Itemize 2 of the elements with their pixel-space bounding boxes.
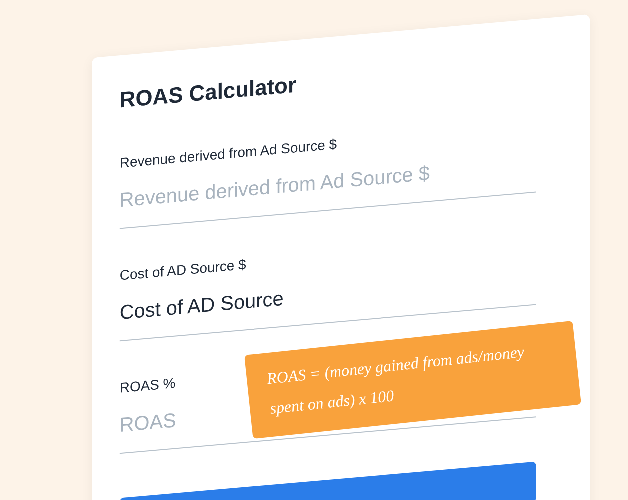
calculator-title: ROAS Calculator <box>120 71 296 115</box>
field-label: ROAS % <box>120 374 176 398</box>
